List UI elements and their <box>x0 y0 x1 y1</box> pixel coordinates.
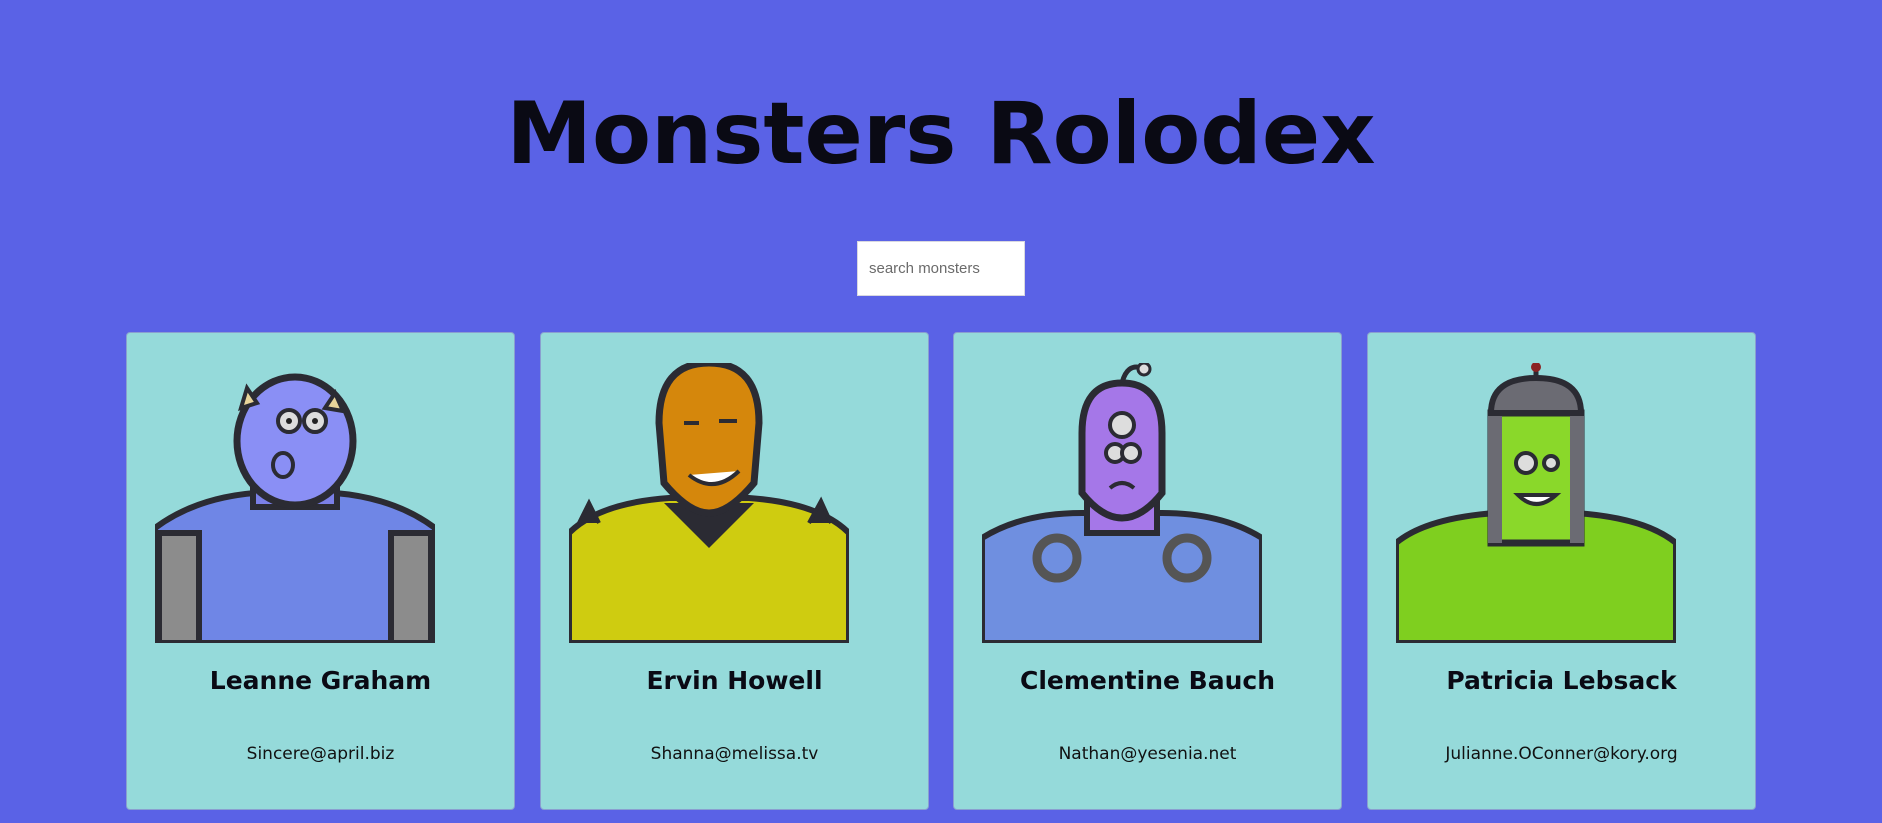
page-title: Monsters Rolodex <box>506 84 1376 184</box>
monster-name: Leanne Graham <box>209 666 432 695</box>
monster-name: Ervin Howell <box>646 666 823 695</box>
green-helmet-monster-icon <box>1396 363 1676 643</box>
monster-email: Sincere@april.biz <box>246 744 395 764</box>
monster-email: Shanna@melissa.tv <box>650 744 819 764</box>
monster-card[interactable]: Clementine Bauch Nathan@yesenia.net <box>953 332 1342 810</box>
monster-email: Julianne.OConner@kory.org <box>1445 744 1678 764</box>
purple-cyclops-monster-icon <box>982 363 1262 643</box>
monster-email: Nathan@yesenia.net <box>1058 744 1237 764</box>
monster-name: Clementine Bauch <box>1020 666 1275 695</box>
search-input[interactable] <box>857 241 1025 296</box>
monster-card[interactable]: Ervin Howell Shanna@melissa.tv <box>540 332 929 810</box>
monster-card[interactable]: Leanne Graham Sincere@april.biz <box>126 332 515 810</box>
orange-spiky-monster-icon <box>569 363 849 643</box>
blue-horned-monster-icon <box>155 373 435 643</box>
monster-name: Patricia Lebsack <box>1446 666 1677 695</box>
monster-card[interactable]: Patricia Lebsack Julianne.OConner@kory.o… <box>1367 332 1756 810</box>
